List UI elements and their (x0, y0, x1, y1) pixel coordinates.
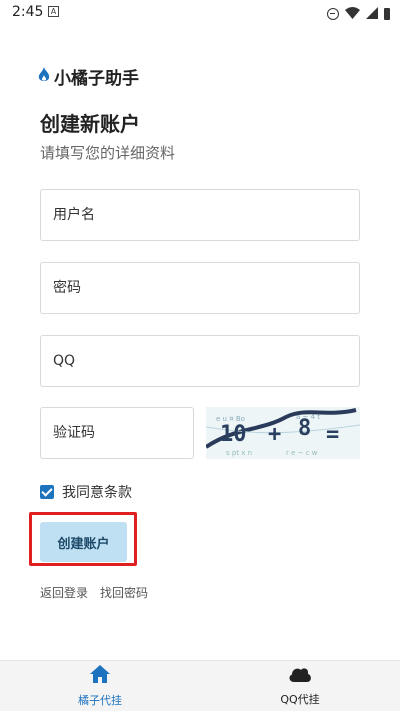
qq-field-box (40, 335, 360, 387)
password-input[interactable] (41, 263, 359, 313)
nav-label: QQ代挂 (280, 693, 320, 706)
brand-name: 小橘子助手 (54, 69, 139, 89)
password-field-box (40, 262, 360, 314)
captcha-char: = (326, 422, 339, 447)
bottom-nav: 橘子代挂 QQ代挂 (0, 660, 400, 711)
qq-input[interactable] (41, 336, 359, 386)
recover-password-link[interactable]: 找回密码 (100, 584, 148, 601)
agree-terms[interactable]: 我同意条款 (40, 482, 132, 502)
nav-item-qq-hosting[interactable]: QQ代挂 (200, 661, 400, 711)
captcha-char: 10 (220, 422, 247, 447)
agree-label: 我同意条款 (62, 485, 132, 501)
captcha-image[interactable]: e u ¤ Bo a ~ 4 t s pt x n r e ~ c w 10 +… (206, 407, 360, 459)
back-to-login-link[interactable]: 返回登录 (40, 584, 88, 601)
username-input[interactable] (41, 190, 359, 240)
page-title: 创建新账户 (40, 112, 140, 136)
notification-icon: A (48, 6, 59, 17)
status-bar: 2:45 A (0, 0, 400, 24)
svg-text:r e ~ c w: r e ~ c w (286, 449, 318, 457)
status-icons (327, 4, 390, 23)
signal-icon (366, 4, 378, 23)
brand: 小橘子助手 (38, 64, 139, 89)
captcha-input[interactable] (41, 408, 193, 458)
do-not-disturb-icon (327, 7, 339, 20)
cloud-icon (288, 665, 312, 687)
nav-label: 橘子代挂 (78, 694, 122, 707)
username-field-box (40, 189, 360, 241)
page-subtitle: 请填写您的详细资料 (40, 144, 176, 162)
nav-item-orange-hosting[interactable]: 橘子代挂 (0, 661, 200, 711)
flame-icon (38, 66, 50, 87)
captcha-char: + (268, 422, 281, 447)
create-account-button[interactable]: 创建账户 (40, 522, 127, 562)
status-time: 2:45 (12, 4, 44, 20)
wifi-icon (345, 4, 360, 23)
battery-icon (384, 7, 390, 20)
captcha-field-box (40, 407, 194, 459)
home-icon (89, 664, 111, 688)
agree-checkbox[interactable] (40, 485, 54, 499)
svg-text:s pt x n: s pt x n (226, 449, 252, 457)
captcha-char: 8 (298, 416, 311, 441)
footer-links: 返回登录 找回密码 (40, 584, 148, 601)
